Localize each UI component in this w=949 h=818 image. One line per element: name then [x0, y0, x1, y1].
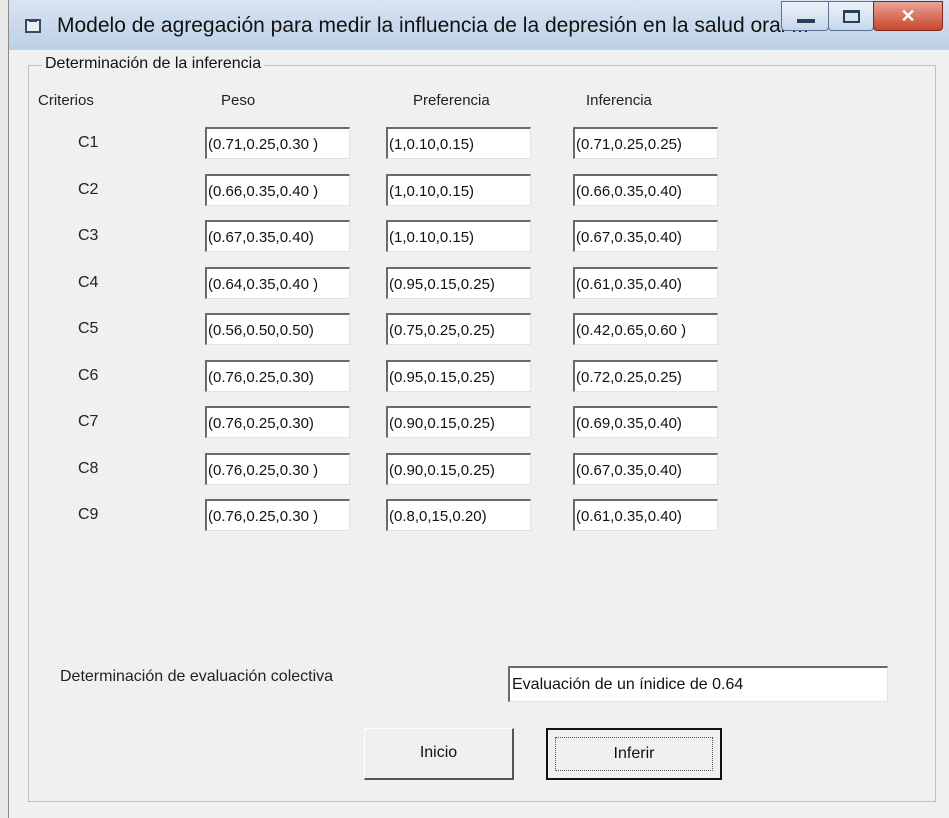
inicio-button[interactable]: Inicio [364, 728, 514, 780]
inferencia-field[interactable]: (0.72,0.25,0.25) [573, 360, 718, 392]
inferencia-field[interactable]: (0.67,0.35,0.40) [573, 453, 718, 485]
inferencia-field[interactable]: (0.66,0.35,0.40) [573, 174, 718, 206]
peso-field[interactable]: (0.76,0.25,0.30) [205, 406, 350, 438]
window-controls: ✕ [781, 1, 943, 33]
minimize-button[interactable] [781, 1, 829, 31]
peso-field[interactable]: (0.56,0.50,0.50) [205, 313, 350, 345]
peso-field[interactable]: (0.66,0.35,0.40 ) [205, 174, 350, 206]
minimize-icon [797, 19, 815, 23]
criterion-label: C5 [78, 320, 99, 337]
collective-evaluation-label: Determinación de evaluación colectiva [60, 668, 334, 685]
criterion-label: C7 [78, 413, 99, 430]
maximize-icon [843, 10, 860, 23]
app-icon[interactable] [25, 19, 41, 33]
inferir-button-label: Inferir [613, 745, 655, 762]
preferencia-field[interactable]: (1,0.10,0.15) [386, 174, 531, 206]
criterion-label: C6 [78, 367, 99, 384]
inferencia-field[interactable]: (0.42,0.65,0.60 ) [573, 313, 718, 345]
inferencia-field[interactable]: (0.69,0.35,0.40) [573, 406, 718, 438]
header-criterios: Criterios [38, 92, 94, 109]
preferencia-field[interactable]: (0.90,0.15,0.25) [386, 453, 531, 485]
title-bar[interactable]: Modelo de agregación para medir la influ… [9, 0, 949, 50]
preferencia-field[interactable]: (1,0.10,0.15) [386, 127, 531, 159]
inferencia-field[interactable]: (0.61,0.35,0.40) [573, 267, 718, 299]
maximize-button[interactable] [828, 1, 874, 31]
window-title: Modelo de agregación para medir la influ… [57, 14, 809, 37]
criterion-label: C4 [78, 274, 99, 291]
criterion-label: C9 [78, 506, 99, 523]
peso-field[interactable]: (0.76,0.25,0.30 ) [205, 499, 350, 531]
preferencia-field[interactable]: (0.8,0,15,0.20) [386, 499, 531, 531]
inferencia-field[interactable]: (0.61,0.35,0.40) [573, 499, 718, 531]
header-preferencia: Preferencia [413, 92, 490, 109]
criterion-label: C1 [78, 134, 99, 151]
header-inferencia: Inferencia [586, 92, 652, 109]
inferir-button[interactable]: Inferir [546, 728, 722, 780]
header-peso: Peso [221, 92, 256, 109]
inferencia-field[interactable]: (0.71,0.25,0.25) [573, 127, 718, 159]
criterion-label: C2 [78, 181, 99, 198]
close-button[interactable]: ✕ [873, 1, 943, 31]
criterion-label: C8 [78, 460, 99, 477]
inferencia-field[interactable]: (0.67,0.35,0.40) [573, 220, 718, 252]
preferencia-field[interactable]: (0.95,0.15,0.25) [386, 267, 531, 299]
preferencia-field[interactable]: (0.75,0.25,0.25) [386, 313, 531, 345]
peso-field[interactable]: (0.76,0.25,0.30) [205, 360, 350, 392]
peso-field[interactable]: (0.76,0.25,0.30 ) [205, 453, 350, 485]
collective-evaluation-field[interactable]: Evaluación de un ínidice de 0.64 [508, 666, 888, 702]
peso-field[interactable]: (0.64,0.35,0.40 ) [205, 267, 350, 299]
peso-field[interactable]: (0.67,0.35,0.40) [205, 220, 350, 252]
preferencia-field[interactable]: (1,0.10,0.15) [386, 220, 531, 252]
preferencia-field[interactable]: (0.95,0.15,0.25) [386, 360, 531, 392]
close-icon: ✕ [900, 6, 916, 26]
group-legend: Determinación de la inferencia [42, 55, 265, 73]
criterion-label: C3 [78, 227, 99, 244]
preferencia-field[interactable]: (0.90,0.15,0.25) [386, 406, 531, 438]
peso-field[interactable]: (0.71,0.25,0.30 ) [205, 127, 350, 159]
